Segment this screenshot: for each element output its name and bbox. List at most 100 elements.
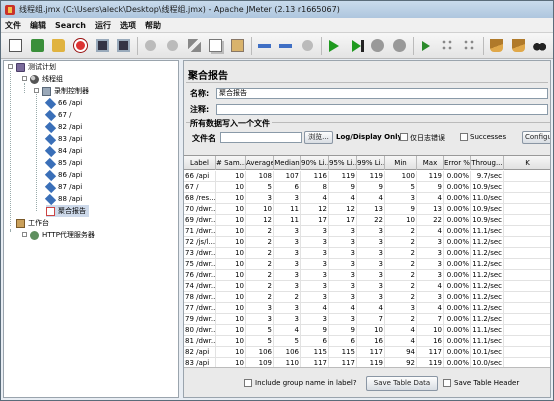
table-row[interactable]: 74 /dwr... 10 2 3 3 3 3 2 4 0.00% 11.2/sec (184, 281, 550, 292)
menu-edit[interactable]: 编辑 (30, 20, 46, 31)
table-cell: 76 /dwr... (185, 270, 216, 281)
tree-node-sampler[interactable]: 86 /api (44, 169, 82, 181)
table-row[interactable]: 69 /dwr... 10 12 11 17 17 22 10 22 0.00% 10.9/sec (184, 215, 550, 226)
table-row[interactable]: 77 /dwr... 10 3 3 4 4 4 3 4 0.00% 11.2/sec (184, 303, 550, 314)
tree-node-test-plan[interactable]: 测试计划 (16, 61, 56, 73)
toolbar (1, 33, 553, 59)
table-cell: 11 (274, 215, 301, 226)
tree-node-sampler[interactable]: 88 /api (44, 193, 82, 205)
collapse-icon[interactable] (278, 37, 295, 54)
expander[interactable] (22, 76, 27, 81)
table-row[interactable]: 81 /dwr... 10 5 5 6 6 16 4 16 0.00% 11.1/sec (184, 336, 550, 347)
tree-node-sampler[interactable]: 83 /api (44, 133, 82, 145)
column-header[interactable]: Error % (444, 156, 471, 170)
column-header[interactable]: Max (417, 156, 444, 170)
tree-node-sampler[interactable]: 66 /api (44, 97, 82, 109)
sampler-icon (44, 169, 57, 181)
remote-start-icon[interactable] (418, 37, 435, 54)
configure-button[interactable]: Configure (522, 131, 550, 144)
cut-icon[interactable] (186, 37, 203, 54)
remote-stop-icon[interactable] (440, 37, 457, 54)
tree-node-sampler[interactable]: 67 / (44, 109, 72, 121)
menu-search[interactable]: Search (55, 21, 86, 30)
table-row[interactable]: 79 /dwr... 10 3 3 3 3 7 2 7 0.00% 11.2/sec (184, 314, 550, 325)
tree-node-workbench[interactable]: 工作台 (16, 217, 49, 229)
tree-node-sampler[interactable]: 87 /api (44, 181, 82, 193)
open-icon[interactable] (50, 37, 67, 54)
table-row[interactable]: 75 /dwr... 10 2 3 3 3 3 2 3 0.00% 11.2/sec (184, 259, 550, 270)
column-header[interactable]: 90% Li... (301, 156, 329, 170)
table-row[interactable]: 83 /api 10 109 110 117 117 119 92 119 0.00% 10.0/s… (184, 358, 550, 367)
close-icon[interactable] (72, 37, 89, 54)
menu-help[interactable]: 帮助 (145, 20, 161, 31)
table-cell (504, 336, 550, 347)
table-row[interactable]: 80 /dwr... 10 5 4 9 9 10 4 10 0.00% 11.1/sec (184, 325, 550, 336)
save-table-data-button[interactable]: Save Table Data (366, 376, 438, 391)
paste-icon[interactable] (229, 37, 246, 54)
search-icon[interactable] (531, 37, 548, 54)
column-header[interactable]: Label (184, 156, 216, 170)
comment-field[interactable] (216, 104, 548, 115)
table-cell: 10 (216, 270, 246, 281)
redo-icon[interactable] (164, 37, 181, 54)
table-row[interactable]: 71 /dwr... 10 2 3 3 3 3 2 4 0.00% 11.1/sec (184, 226, 550, 237)
column-header[interactable]: 99% Li... (357, 156, 385, 170)
save-header-checkbox[interactable] (443, 379, 451, 387)
column-header[interactable]: # Sam... (216, 156, 246, 170)
successes-checkbox[interactable] (460, 133, 468, 141)
tree-node-sampler[interactable]: 85 /api (44, 157, 82, 169)
remote-exit-icon[interactable] (461, 37, 478, 54)
tree-node-proxy[interactable]: HTTP代理服务器 (30, 229, 95, 241)
column-header[interactable]: K (504, 156, 550, 170)
column-header[interactable]: Average (246, 156, 274, 170)
table-cell: 77 /dwr... (185, 303, 216, 314)
table-row[interactable]: 67 /10 5 6 8 9 9 5 9 0.00% 10.9/sec (184, 182, 550, 193)
menu-file[interactable]: 文件 (5, 20, 21, 31)
tree-node-recording-controller[interactable]: 录制控制器 (42, 85, 89, 97)
expander[interactable] (34, 88, 39, 93)
name-field[interactable]: 聚合报告 (216, 88, 548, 99)
table-row[interactable]: 70 /dwr... 10 10 11 12 12 13 9 13 0.00% 10.9/sec (184, 204, 550, 215)
clear-all-icon[interactable] (510, 37, 527, 54)
table-cell: 3 (329, 226, 357, 237)
templates-icon[interactable] (29, 37, 46, 54)
menu-options[interactable]: 选项 (120, 20, 136, 31)
clear-icon[interactable] (488, 37, 505, 54)
table-row[interactable]: 66 /api 10 108 107 116 119 119 100 119 0.00% 9.7/s… (184, 171, 550, 182)
column-header[interactable]: Median (274, 156, 301, 170)
browse-button[interactable]: 浏览... (304, 131, 333, 144)
tree-node-thread-group[interactable]: 线程组 (30, 73, 63, 85)
expander[interactable] (8, 64, 13, 69)
toolbar-separator (321, 36, 323, 55)
toggle-icon[interactable] (299, 37, 316, 54)
tree-node-sampler[interactable]: 84 /api (44, 145, 82, 157)
save-as-icon[interactable] (116, 37, 133, 54)
column-header[interactable]: Throug... (471, 156, 504, 170)
expander[interactable] (22, 232, 27, 237)
filename-field[interactable] (220, 132, 302, 143)
menu-run[interactable]: 运行 (95, 20, 111, 31)
start-icon[interactable] (326, 37, 343, 54)
table-row[interactable]: 73 /dwr... 10 2 3 3 3 3 2 3 0.00% 11.2/sec (184, 248, 550, 259)
include-group-checkbox[interactable] (244, 379, 252, 387)
tree-node-sampler[interactable]: 82 /api (44, 121, 82, 133)
table-row[interactable]: 78 /dwr... 10 2 2 3 3 3 2 3 0.00% 11.2/sec (184, 292, 550, 303)
table-cell: 11.2/sec (472, 259, 504, 270)
column-header[interactable]: Min (385, 156, 417, 170)
save-icon[interactable] (94, 37, 111, 54)
start-no-pause-icon[interactable] (348, 37, 365, 54)
errors-only-checkbox[interactable] (400, 133, 408, 141)
new-icon[interactable] (7, 37, 24, 54)
expand-icon[interactable] (256, 37, 273, 54)
table-row[interactable]: 72 /js/l... 10 2 3 3 3 3 2 3 0.00% 11.2/sec (184, 237, 550, 248)
stop-icon[interactable] (369, 37, 386, 54)
column-header[interactable]: 95% Li... (329, 156, 357, 170)
copy-icon[interactable] (207, 37, 224, 54)
tree-node-aggregate-report[interactable]: 聚合报告 (46, 205, 89, 217)
undo-icon[interactable] (142, 37, 159, 54)
table-row[interactable]: 68 /res... 10 3 3 4 4 4 3 4 0.00% 11.0/sec (184, 193, 550, 204)
shutdown-icon[interactable] (391, 37, 408, 54)
table-row[interactable]: 76 /dwr... 10 2 3 3 3 3 2 3 0.00% 11.2/sec (184, 270, 550, 281)
table-cell: 119 (417, 358, 444, 367)
table-row[interactable]: 82 /api 10 106 106 115 115 117 94 117 0.00% 10.1/s… (184, 347, 550, 358)
